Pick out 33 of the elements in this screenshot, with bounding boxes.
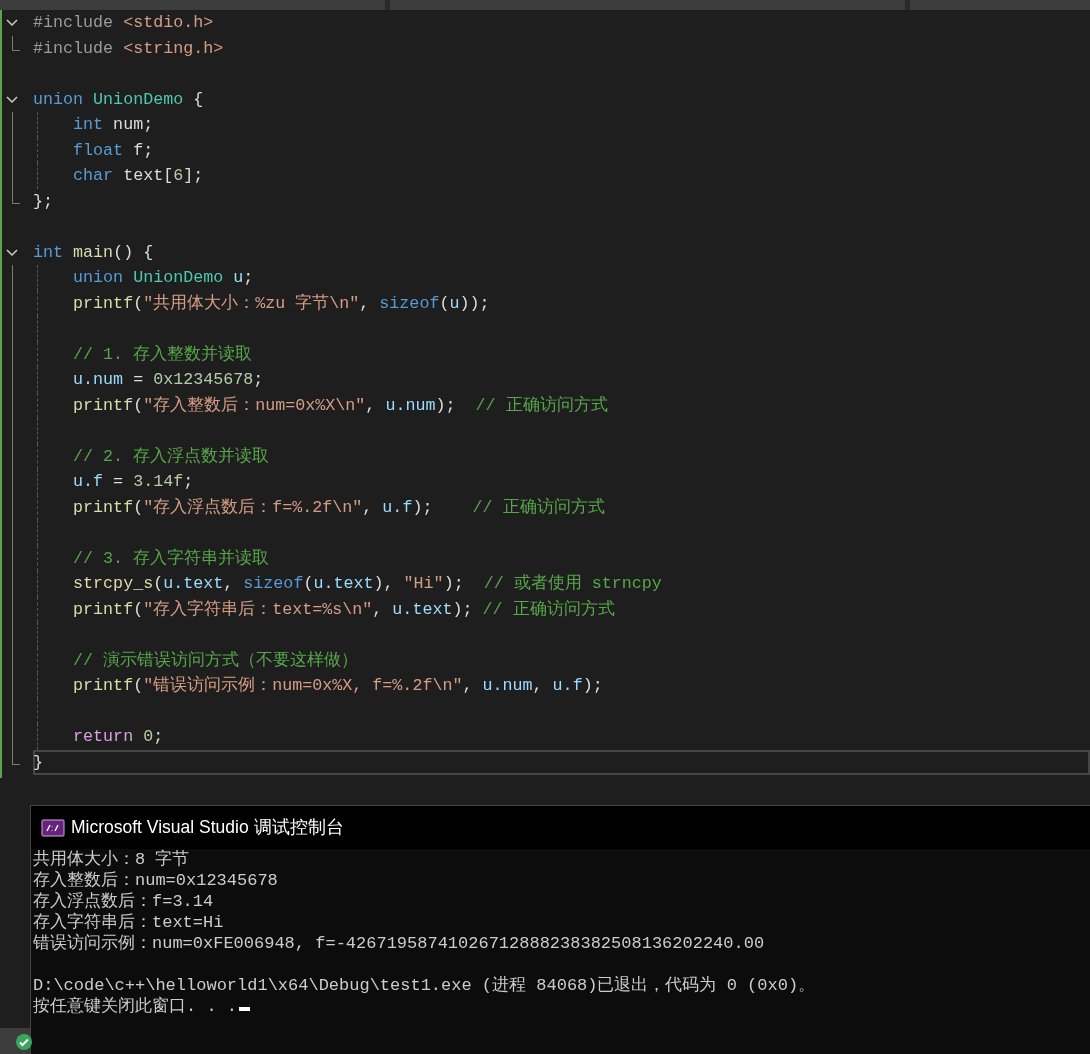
code-line: char text[6]; <box>72 165 204 188</box>
console-icon <box>41 818 65 837</box>
code-line: // 1. 存入整数并读取 <box>72 343 253 366</box>
console-output-line: 存入浮点数后：f=3.14 <box>33 892 214 911</box>
code-line: // 3. 存入字符串并读取 <box>72 547 270 570</box>
code-line: return 0; <box>72 726 164 749</box>
code-line: u.num = 0x12345678; <box>72 369 264 392</box>
code-line: int num; <box>72 114 154 137</box>
console-output-line: D:\code\c++\helloworld1\x64\Debug\test1.exe (进程 84068)已退出，代码为 0 (0x0)。 <box>33 976 816 995</box>
console-output-line: 存入整数后：num=0x12345678 <box>33 871 278 890</box>
window-title: Microsoft Visual Studio 调试控制台 <box>71 816 344 840</box>
code-line: }; <box>33 190 54 213</box>
code-line: printf("共用体大小：%zu 字节\n", sizeof(u)); <box>72 292 490 315</box>
code-line: // 演示错误访问方式（不要这样做） <box>72 649 359 672</box>
code-line: printf("存入字符串后：text=%s\n", u.text); // 正确访问方式 <box>72 598 615 621</box>
console-output-line: 错误访问示例：num=0xFE006948, f=-42671958741026712888238382508136202240.00 <box>33 934 765 953</box>
code-line: printf("存入整数后：num=0x%X\n", u.num); // 正确访问方式 <box>72 394 608 417</box>
code-line: u.f = 3.14f; <box>72 471 194 494</box>
console-output-line: 共用体大小：8 字节 <box>33 850 190 869</box>
code-line: } <box>33 751 43 774</box>
code-line: union UnionDemo { <box>33 88 204 111</box>
check-icon <box>16 1034 32 1050</box>
code-line: int main() { <box>33 241 154 264</box>
code-line: #include <string.h> <box>33 37 224 60</box>
code-line: float f; <box>72 139 154 162</box>
console-output-line: 按任意键关闭此窗口. . . <box>33 997 237 1016</box>
code-line: printf("存入浮点数后：f=%.2f\n", u.f); // 正确访问方式 <box>72 496 605 519</box>
code-line: union UnionDemo u; <box>72 267 254 290</box>
code-line: // 2. 存入浮点数并读取 <box>72 445 270 468</box>
code-line: #include <stdio.h> <box>33 12 214 35</box>
code-line: strcpy_s(u.text, sizeof(u.text), "Hi"); // 或者使用 strncpy <box>72 573 662 596</box>
code-line: printf("错误访问示例：num=0x%X, f=%.2f\n", u.num, u.f); <box>72 674 603 698</box>
console-output-line: 存入字符串后：text=Hi <box>33 913 224 932</box>
